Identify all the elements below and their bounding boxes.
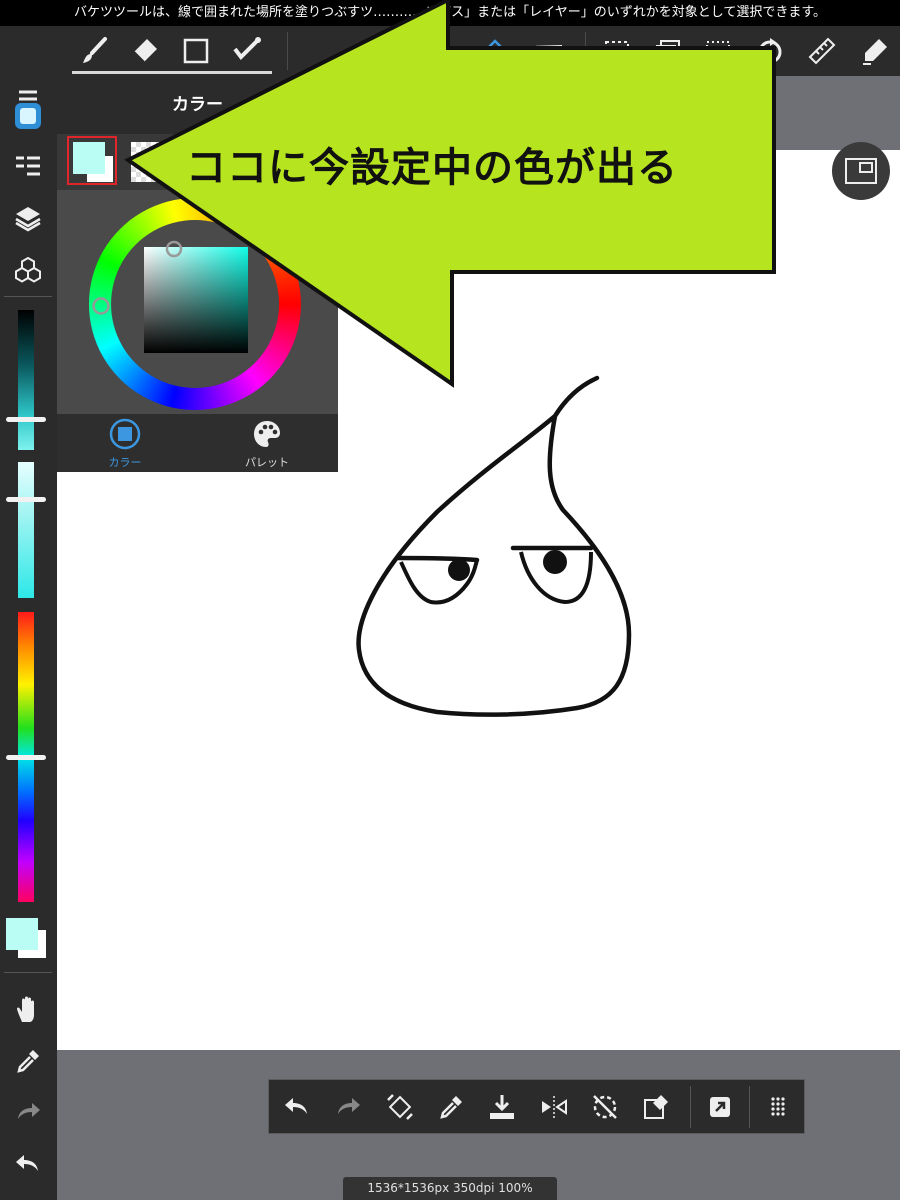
- tab-palette-label: パレット: [245, 456, 289, 469]
- lasso-select-button[interactable]: [693, 26, 743, 76]
- active-tool-underline: [72, 71, 272, 74]
- bucket-icon: [485, 39, 507, 60]
- share-button[interactable]: [695, 1082, 745, 1132]
- bucket-tool-button[interactable]: [470, 26, 520, 76]
- gradient-icon: [536, 45, 562, 57]
- lasso-select-icon: [706, 41, 730, 61]
- dot-pen-icon: [233, 37, 261, 61]
- color-panel-title: カラー: [57, 76, 338, 134]
- snap-pen-icon: [863, 39, 887, 65]
- navigator-button[interactable]: [832, 142, 890, 200]
- redo-icon: [18, 1103, 40, 1119]
- toolbar-divider: [585, 32, 586, 70]
- select-tool-button[interactable]: [592, 26, 642, 76]
- primary-color-swatch: [6, 918, 38, 950]
- bottom-bar-divider: [749, 1086, 750, 1128]
- color-panel-icon: [15, 103, 41, 129]
- callout-text: ココに今設定中の色が出る: [186, 145, 678, 191]
- import-button[interactable]: [477, 1082, 527, 1132]
- share-icon: [710, 1097, 730, 1117]
- brush-icon: [83, 37, 107, 63]
- navigator-icon: [845, 158, 877, 184]
- eraser-tool-button[interactable]: [120, 26, 170, 76]
- brush-size-knob[interactable]: [6, 417, 46, 423]
- import-icon: [490, 1095, 514, 1119]
- bottom-action-bar: [268, 1079, 805, 1134]
- brush-opacity-knob[interactable]: [6, 496, 46, 502]
- materials-icon: [15, 256, 41, 283]
- brush-list-button[interactable]: [3, 143, 53, 189]
- undo-icon: [285, 1098, 307, 1114]
- gradient-tool-button[interactable]: [524, 26, 574, 76]
- rectangle-icon: [183, 38, 209, 64]
- tab-color-label: カラー: [108, 456, 142, 469]
- canvas-eraser-icon: [644, 1095, 668, 1119]
- sidebar-current-color[interactable]: [6, 918, 46, 958]
- hand-tool-button[interactable]: [3, 987, 53, 1033]
- status-hint-bar: バケツツールは、線で囲まれた場所を塗りつぶすツ…………ンバス」または「レイヤー」…: [0, 0, 900, 26]
- color-panel-tab-bar: カラー パレット: [57, 414, 338, 472]
- sidebar-undo-button[interactable]: [3, 1141, 53, 1187]
- eyedropper-icon: [17, 1050, 39, 1073]
- sidebar-divider: [4, 296, 52, 297]
- canvas-eraser-button[interactable]: [631, 1082, 681, 1132]
- bottom-bar-divider: [690, 1086, 691, 1128]
- layers-copy-icon: [656, 40, 680, 61]
- hand-icon: [17, 996, 34, 1022]
- layer-copy-button[interactable]: [643, 26, 693, 76]
- color-panel: カラー カラー パレット: [57, 76, 338, 472]
- materials-button[interactable]: [3, 247, 53, 293]
- brush-opacity-slider[interactable]: [6, 462, 46, 598]
- transparent-color-swatch[interactable]: [131, 142, 171, 182]
- eyedropper-icon: [440, 1096, 462, 1119]
- undo-button[interactable]: [272, 1082, 322, 1132]
- rotate-icon: [758, 38, 782, 64]
- redo-button[interactable]: [323, 1082, 373, 1132]
- tab-color[interactable]: カラー: [65, 418, 185, 470]
- sidebar-redo-button[interactable]: [3, 1089, 53, 1135]
- ruler-button[interactable]: [797, 26, 847, 76]
- palette-icon: [254, 421, 280, 447]
- eraser-icon: [133, 39, 157, 63]
- flip-button[interactable]: [529, 1082, 579, 1132]
- color-wheel[interactable]: [87, 196, 303, 412]
- rotate-reset-button[interactable]: [580, 1082, 630, 1132]
- ruler-icon: [808, 37, 836, 65]
- color-panel-button[interactable]: [3, 93, 53, 139]
- primary-color-swatch: [73, 142, 105, 174]
- color-square-icon: [109, 418, 141, 450]
- sidebar-divider: [4, 972, 52, 973]
- flip-icon: [542, 1096, 567, 1118]
- top-toolbar: [0, 26, 900, 76]
- select-icon: [605, 41, 629, 61]
- tab-palette[interactable]: パレット: [207, 418, 327, 470]
- shape-tool-button[interactable]: [171, 26, 221, 76]
- transform-icon: [387, 1094, 413, 1120]
- toolbar-divider: [287, 32, 288, 70]
- rotate-reset-icon: [593, 1095, 617, 1119]
- layers-icon: [15, 207, 41, 232]
- hue-knob[interactable]: [6, 755, 46, 760]
- sidebar-eyedropper-button[interactable]: [3, 1038, 53, 1084]
- current-color-indicator[interactable]: [67, 136, 117, 185]
- hue-slider[interactable]: [6, 612, 46, 902]
- layers-button[interactable]: [3, 195, 53, 241]
- brush-size-slider[interactable]: [6, 310, 46, 450]
- eyedropper-button[interactable]: [426, 1082, 476, 1132]
- rotate-view-button[interactable]: [745, 26, 795, 76]
- canvas-info-label: 1536*1536px 350dpi 100%: [343, 1177, 557, 1200]
- more-button[interactable]: [753, 1082, 803, 1132]
- snap-pen-button[interactable]: [850, 26, 900, 76]
- brush-tool-button[interactable]: [70, 26, 120, 76]
- transform-button[interactable]: [375, 1082, 425, 1132]
- dot-pen-tool-button[interactable]: [222, 26, 272, 76]
- more-icon: [771, 1097, 785, 1116]
- brush-list-icon: [16, 156, 40, 176]
- redo-icon: [338, 1098, 360, 1114]
- undo-icon: [16, 1155, 38, 1171]
